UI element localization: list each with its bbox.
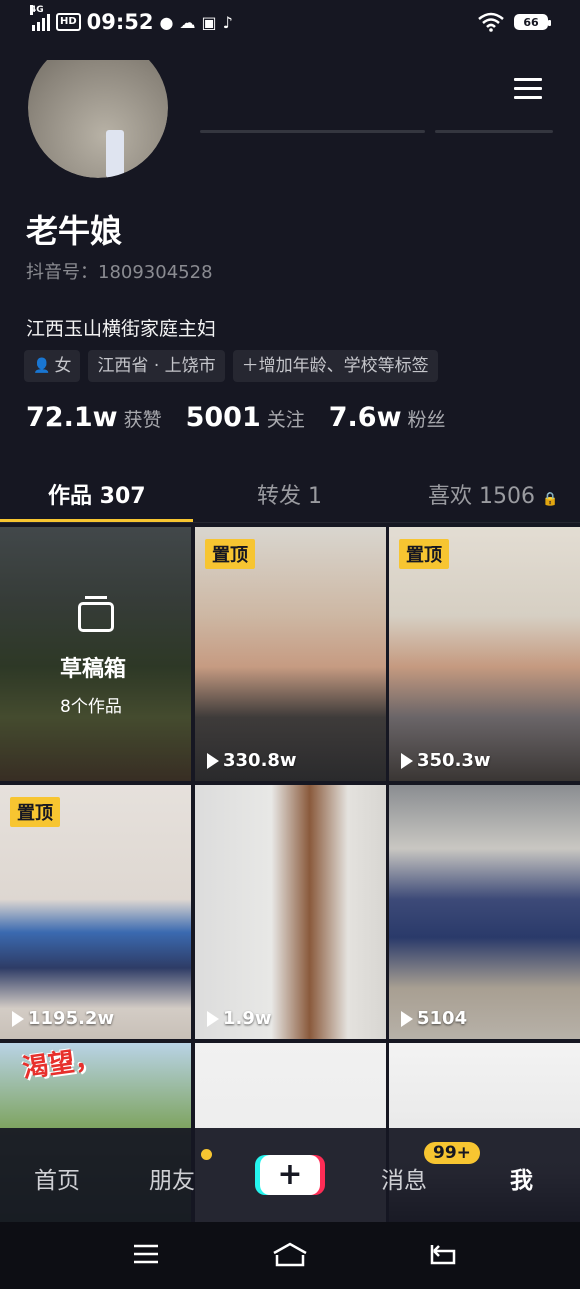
video-grid: 草稿箱 8个作品 置顶 330.8w 置顶 350.3w 置顶 1195.2w … bbox=[0, 527, 580, 1227]
content-tabs: 作品 307 转发 1 喜欢 1506 🔒 bbox=[0, 462, 580, 523]
play-icon bbox=[207, 1010, 219, 1027]
tab-likes[interactable]: 喜欢 1506 🔒 bbox=[428, 478, 558, 510]
play-count: 5104 bbox=[401, 1008, 467, 1029]
menu-icon[interactable] bbox=[514, 78, 542, 100]
status-bar: 4G HD 09:52 ● ☁ ▣ ♪ 66 bbox=[0, 0, 580, 46]
nav-friends[interactable]: 朋友 bbox=[149, 1161, 195, 1195]
video-thumbnail[interactable]: 置顶 330.8w bbox=[195, 527, 386, 781]
drafts-title: 草稿箱 bbox=[60, 657, 127, 682]
create-video-button[interactable]: + bbox=[255, 1155, 325, 1195]
likes-stat[interactable]: 72.1w 获赞 bbox=[26, 402, 162, 433]
following-stat[interactable]: 5001 关注 bbox=[186, 402, 305, 433]
header-divider bbox=[200, 130, 425, 133]
profile-bio[interactable]: 江西玉山横街家庭主妇 bbox=[26, 314, 216, 341]
play-count: 1.9w bbox=[207, 1008, 272, 1029]
drafts-count: 8个作品 bbox=[60, 697, 122, 717]
gender-label: 女 bbox=[54, 356, 72, 376]
avatar[interactable] bbox=[28, 60, 168, 178]
play-icon bbox=[401, 752, 413, 769]
following-label: 关注 bbox=[266, 409, 305, 431]
active-tab-indicator bbox=[0, 519, 193, 522]
system-menu-icon[interactable] bbox=[132, 1242, 160, 1266]
drafts-cell[interactable]: 草稿箱 8个作品 bbox=[0, 527, 191, 781]
tab-reposts[interactable]: 转发 1 bbox=[257, 478, 322, 510]
tab-works[interactable]: 作品 307 bbox=[48, 478, 146, 510]
tiktok-icon: ♪ bbox=[222, 12, 233, 32]
play-count: 350.3w bbox=[401, 750, 491, 771]
gender-tag[interactable]: 👤 女 bbox=[24, 350, 81, 382]
friends-notification-dot bbox=[201, 1149, 212, 1160]
wifi-icon bbox=[478, 12, 504, 32]
video-thumbnail[interactable]: 置顶 350.3w bbox=[389, 527, 580, 781]
play-count-value: 330.8w bbox=[223, 750, 297, 771]
likes-label: 获赞 bbox=[123, 409, 162, 431]
pinned-badge: 置顶 bbox=[399, 539, 449, 569]
video-thumbnail[interactable]: 1.9w bbox=[195, 785, 386, 1039]
system-home-icon[interactable] bbox=[271, 1242, 309, 1268]
play-count-value: 350.3w bbox=[417, 750, 491, 771]
video-thumbnail[interactable]: 置顶 1195.2w bbox=[0, 785, 191, 1039]
play-icon bbox=[12, 1010, 24, 1027]
profile-tags: 👤 女 江西省 · 上饶市 ＋增加年龄、学校等标签 bbox=[24, 350, 438, 382]
header-divider bbox=[435, 130, 553, 133]
network-type: 4G bbox=[30, 5, 44, 15]
hd-indicator: HD bbox=[56, 13, 81, 31]
battery-level: 66 bbox=[523, 15, 539, 29]
location-tag[interactable]: 江西省 · 上饶市 bbox=[88, 350, 225, 382]
nav-me[interactable]: 我 bbox=[510, 1161, 533, 1195]
clock: 09:52 bbox=[86, 10, 154, 34]
app-notification-icon: ▣ bbox=[201, 12, 217, 32]
female-icon: 👤 bbox=[33, 358, 51, 374]
play-count-value: 5104 bbox=[417, 1008, 468, 1029]
followers-label: 粉丝 bbox=[407, 409, 446, 431]
location-label: 江西省 · 上饶市 bbox=[97, 356, 216, 376]
nav-home[interactable]: 首页 bbox=[34, 1161, 80, 1195]
pinned-badge: 置顶 bbox=[205, 539, 255, 569]
play-count: 1195.2w bbox=[12, 1008, 114, 1029]
profile-stats: 72.1w 获赞 5001 关注 7.6w 粉丝 bbox=[26, 402, 470, 433]
video-thumbnail[interactable]: 5104 bbox=[389, 785, 580, 1039]
bottom-nav: 首页 朋友 + 消息 99+ 我 bbox=[0, 1128, 580, 1222]
play-count-value: 1195.2w bbox=[28, 1008, 115, 1029]
nav-messages[interactable]: 消息 bbox=[381, 1161, 427, 1195]
add-tag-label: ＋增加年龄、学校等标签 bbox=[241, 356, 429, 376]
cloud-icon: ☁ bbox=[179, 12, 196, 32]
play-icon bbox=[207, 752, 219, 769]
likes-count: 72.1w bbox=[26, 402, 118, 433]
following-count: 5001 bbox=[185, 402, 261, 433]
plus-icon: + bbox=[277, 1157, 303, 1192]
pinned-badge: 置顶 bbox=[10, 797, 60, 827]
followers-count: 7.6w bbox=[328, 402, 402, 433]
douyin-id[interactable]: 抖音号：1809304528 bbox=[26, 258, 213, 284]
followers-stat[interactable]: 7.6w 粉丝 bbox=[329, 402, 446, 433]
tab-likes-label: 喜欢 1506 bbox=[428, 484, 535, 509]
chat-bubble-icon: ● bbox=[159, 12, 174, 32]
system-back-icon[interactable] bbox=[428, 1242, 458, 1266]
add-tag-button[interactable]: ＋增加年龄、学校等标签 bbox=[232, 350, 438, 382]
battery-indicator: 66 bbox=[514, 14, 551, 30]
signal-icon: 4G bbox=[30, 5, 50, 31]
messages-badge: 99+ bbox=[424, 1142, 480, 1164]
play-count: 330.8w bbox=[207, 750, 297, 771]
play-icon bbox=[401, 1010, 413, 1027]
play-count-value: 1.9w bbox=[223, 1008, 272, 1029]
lock-icon: 🔒 bbox=[541, 492, 559, 507]
profile-nickname: 老牛娘 bbox=[26, 212, 123, 250]
draft-box-icon bbox=[78, 596, 114, 632]
system-nav-bar bbox=[0, 1222, 580, 1289]
